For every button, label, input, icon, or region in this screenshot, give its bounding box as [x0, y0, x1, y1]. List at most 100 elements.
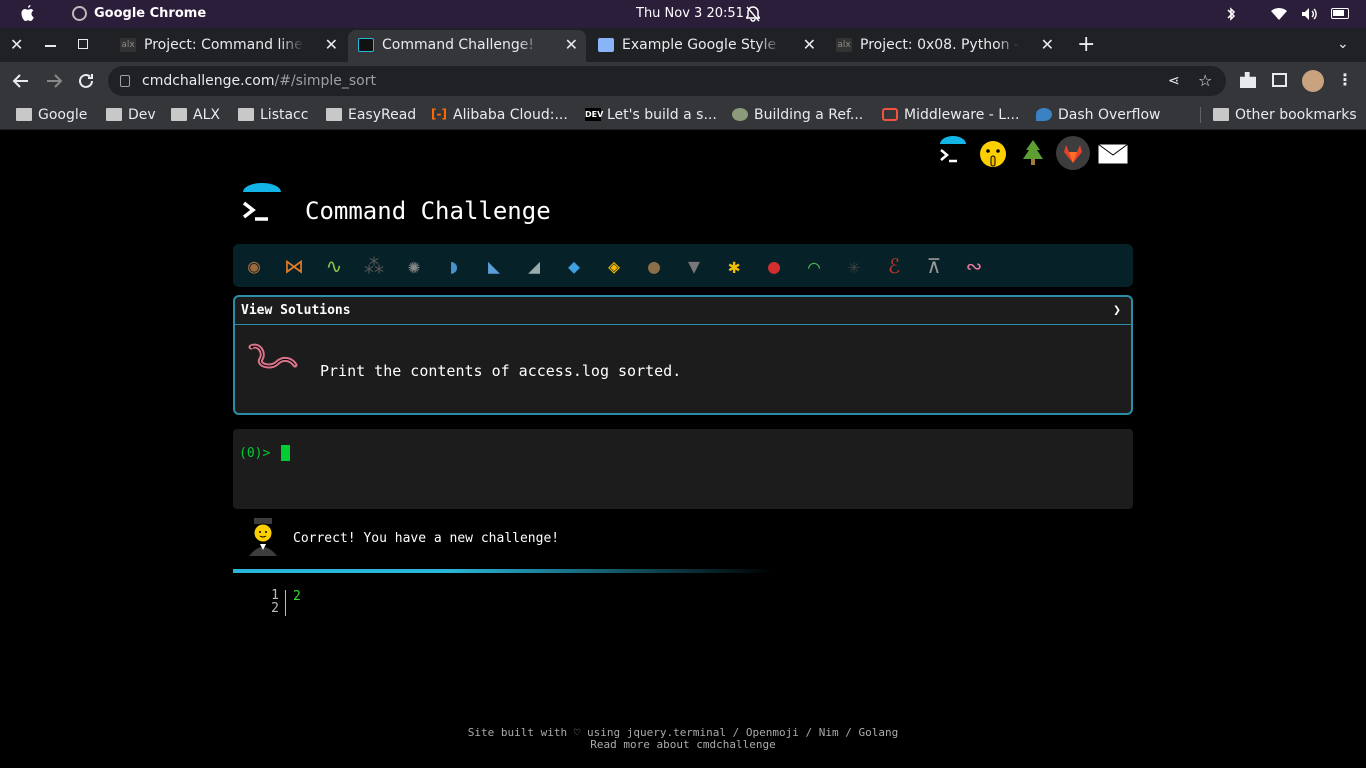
view-solutions-label: View Solutions	[241, 303, 351, 318]
share-icon[interactable]: ⋖	[1168, 66, 1180, 96]
fly-icon[interactable]: ⊼	[921, 254, 947, 278]
folder-icon	[171, 108, 187, 121]
bookmark-label: EasyRead	[348, 107, 417, 123]
worm-icon[interactable]: ∾	[961, 254, 987, 278]
volume-icon[interactable]	[1301, 7, 1319, 21]
new-tab-icon[interactable]: +	[1077, 32, 1095, 57]
tropical-fish-icon[interactable]: ◈	[601, 254, 627, 278]
tab-example-google-style[interactable]: Example Google Style Pyth ✕	[588, 30, 824, 62]
alx-favicon-icon: alx	[120, 38, 136, 52]
shark-icon[interactable]: ◣	[481, 254, 507, 278]
divider-bar	[233, 569, 773, 573]
bookmark-dash-overflow[interactable]: Dash Overflow	[1036, 105, 1160, 125]
otter-icon[interactable]: ●	[641, 254, 667, 278]
terminal-input[interactable]: (0)>	[233, 429, 1133, 509]
wolf-icon[interactable]: ▼	[681, 254, 707, 278]
whale-icon[interactable]: ◗	[441, 254, 467, 278]
wifi-icon[interactable]	[1270, 7, 1288, 21]
view-solutions-toggle[interactable]: View Solutions ❯	[235, 297, 1131, 325]
gutter-separator	[285, 590, 286, 616]
page-title: Command Challenge	[305, 197, 551, 225]
tab-project-python[interactable]: alx Project: 0x08. Python - Mo ✕	[826, 30, 1062, 62]
bookmark-alibaba[interactable]: [-] Alibaba Cloud:...	[431, 105, 568, 125]
tab-close-icon[interactable]: ✕	[565, 30, 578, 60]
shushing-face-icon[interactable]	[976, 136, 1010, 170]
web-icon[interactable]: ✺	[401, 254, 427, 278]
snail-icon[interactable]: ◉	[241, 254, 267, 278]
ant-icon[interactable]: ⁂	[361, 254, 387, 278]
extensions-icon[interactable]	[1240, 72, 1256, 88]
bird-icon	[1036, 108, 1052, 121]
bee-icon[interactable]: ✱	[721, 254, 747, 278]
bookmark-easyread[interactable]: EasyRead	[326, 105, 416, 125]
side-panel-icon[interactable]	[1272, 73, 1287, 87]
tab-project-command-line[interactable]: alx Project: Command line for ✕	[110, 30, 346, 62]
tab-title: Command Challenge!	[382, 37, 535, 53]
terminal-logo-icon[interactable]	[936, 136, 970, 170]
output-text: 2	[293, 589, 301, 604]
terminal-favicon-icon	[358, 38, 374, 52]
os-top-bar: Google Chrome Thu Nov 3 20:51	[0, 0, 1366, 28]
bookmark-building-ref[interactable]: Building a Ref...	[732, 105, 863, 125]
laravel-icon	[882, 108, 898, 121]
reload-icon[interactable]	[77, 72, 95, 90]
bookmark-label: Listacc	[260, 107, 309, 123]
bluetooth-icon[interactable]	[1226, 6, 1236, 22]
tab-strip: ✕ alx Project: Command line for ✕ Comman…	[0, 28, 1366, 62]
butterfly-icon[interactable]: ⋈	[281, 254, 307, 278]
bookmark-listacc[interactable]: Listacc	[238, 105, 308, 125]
bookmark-label: Google	[38, 107, 88, 123]
tab-search-chevron-icon[interactable]: ⌄	[1337, 36, 1349, 52]
chrome-icon	[72, 6, 87, 21]
bookmark-alx[interactable]: ALX	[171, 105, 220, 125]
minimize-icon[interactable]	[45, 45, 56, 47]
apple-icon[interactable]	[20, 5, 36, 23]
spider-icon[interactable]: ✳	[841, 254, 867, 278]
folder-icon	[238, 108, 254, 121]
chevron-right-icon[interactable]: ❯	[1113, 297, 1121, 325]
tab-close-icon[interactable]: ✕	[803, 30, 816, 60]
navigation-bar: cmdchallenge.com/#/simple_sort ⋖ ☆ ⋮	[0, 62, 1366, 100]
gitlab-icon[interactable]	[1056, 136, 1090, 170]
bookmark-middleware[interactable]: Middleware - L...	[882, 105, 1019, 125]
fish-icon[interactable]: ◆	[561, 254, 587, 278]
footer-read-more-link[interactable]: Read more about cmdchallenge	[0, 739, 1366, 751]
alarm-icon[interactable]	[746, 6, 760, 22]
tab-close-icon[interactable]: ✕	[325, 30, 338, 60]
ladybug-icon[interactable]: ●	[761, 254, 787, 278]
back-icon[interactable]	[12, 72, 30, 90]
bookmark-dev[interactable]: Dev	[106, 105, 156, 125]
lizard-icon[interactable]: ⌒	[801, 254, 827, 278]
close-window-icon[interactable]: ✕	[10, 35, 23, 54]
dolphin-icon[interactable]: ◢	[521, 254, 547, 278]
bookmark-other[interactable]: Other bookmarks	[1213, 105, 1357, 125]
url-path: /#/simple_sort	[274, 73, 376, 89]
tab-command-challenge[interactable]: Command Challenge! ✕	[348, 30, 586, 62]
restore-icon[interactable]	[78, 39, 88, 49]
footer: Site built with ♡ using jquery.terminal …	[0, 727, 1366, 751]
address-bar[interactable]: cmdchallenge.com/#/simple_sort ⋖ ☆	[108, 66, 1226, 96]
terminal-cursor	[281, 445, 290, 461]
folder-icon	[16, 108, 32, 121]
forward-icon[interactable]	[45, 72, 63, 90]
scorpion-icon[interactable]: ℰ	[881, 254, 907, 278]
menu-kebab-icon[interactable]: ⋮	[1337, 70, 1353, 89]
folder-icon	[106, 108, 122, 121]
bookmark-label: ALX	[193, 107, 220, 123]
bookmark-google[interactable]: Google	[16, 105, 87, 125]
email-icon[interactable]	[1096, 136, 1130, 170]
clock[interactable]: Thu Nov 3 20:51	[636, 6, 744, 21]
result-message: Correct! You have a new challenge!	[293, 531, 560, 546]
christmas-tree-icon[interactable]	[1016, 136, 1050, 170]
battery-icon[interactable]	[1331, 8, 1349, 19]
app-name[interactable]: Google Chrome	[94, 6, 206, 21]
caterpillar-icon[interactable]: ∿	[321, 254, 347, 278]
tab-title: Example Google Style Pyth	[622, 37, 782, 53]
tab-close-icon[interactable]: ✕	[1041, 30, 1054, 60]
bookmark-star-icon[interactable]: ☆	[1198, 66, 1212, 96]
challenge-progress-bar: ◉ ⋈ ∿ ⁂ ✺ ◗ ◣ ◢ ◆ ◈ ● ▼ ✱ ● ⌒ ✳ ℰ ⊼ ∾	[233, 244, 1133, 287]
profile-avatar[interactable]	[1302, 70, 1324, 92]
lock-icon[interactable]	[120, 75, 130, 87]
bookmark-dev-to[interactable]: DEV Let's build a s...	[585, 105, 717, 125]
bookmark-label: Alibaba Cloud:...	[453, 107, 568, 123]
